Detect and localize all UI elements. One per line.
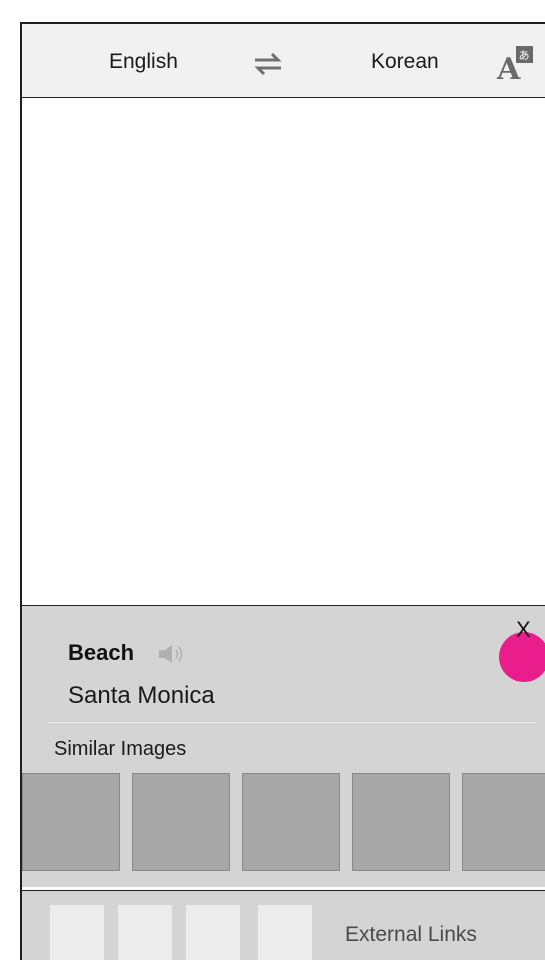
external-link-tile[interactable] <box>186 905 240 960</box>
camera-viewport[interactable] <box>22 98 545 604</box>
similar-image-thumbnail[interactable] <box>242 773 340 871</box>
external-links-label[interactable]: External Links <box>345 923 477 947</box>
external-link-tile[interactable] <box>258 905 312 960</box>
target-language-button[interactable]: Korean <box>371 50 439 74</box>
app-frame: English Korean A あ Beach Santa Monica X … <box>20 22 545 960</box>
external-link-tile[interactable] <box>118 905 172 960</box>
result-subtitle: Santa Monica <box>68 682 215 709</box>
source-language-button[interactable]: English <box>109 50 178 74</box>
result-word: Beach <box>68 640 135 665</box>
external-link-tile[interactable] <box>50 905 104 960</box>
speaker-icon[interactable] <box>157 644 187 664</box>
divider <box>48 722 536 723</box>
language-bar: English Korean A あ <box>22 24 545 98</box>
similar-image-thumbnail[interactable] <box>352 773 450 871</box>
similar-image-thumbnail[interactable] <box>132 773 230 871</box>
external-links-bar: External Links <box>22 890 545 960</box>
translate-icon[interactable]: A あ <box>496 44 536 84</box>
close-label[interactable]: X <box>516 618 531 642</box>
swap-arrows-icon[interactable] <box>253 50 283 78</box>
svg-text:あ: あ <box>519 49 530 62</box>
similar-image-thumbnail[interactable] <box>22 773 120 871</box>
result-panel: Beach Santa Monica X Similar Images <box>22 605 545 887</box>
similar-image-thumbnail[interactable] <box>462 773 545 871</box>
similar-images-strip[interactable] <box>22 773 545 873</box>
similar-images-label: Similar Images <box>54 738 187 760</box>
